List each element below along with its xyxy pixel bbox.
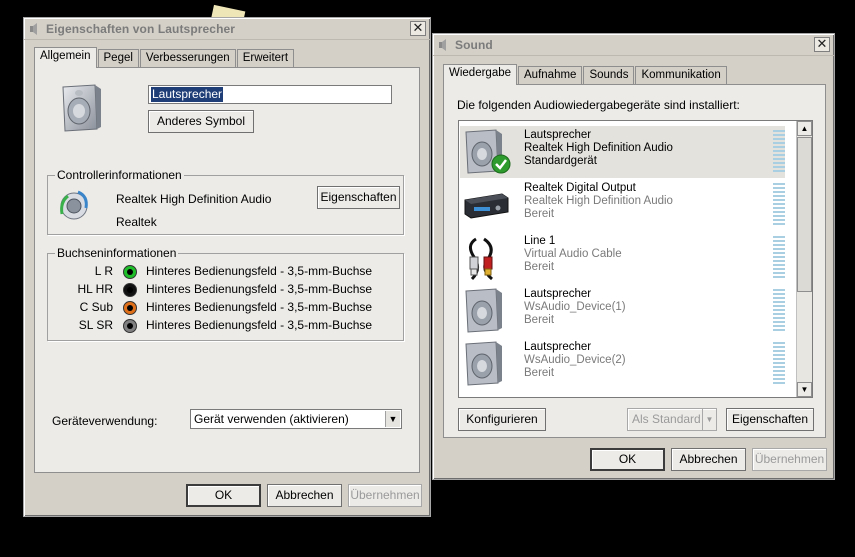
device-name: Lautsprecher: [524, 129, 592, 141]
title-bar[interactable]: Sound ✕: [433, 34, 834, 56]
digital-output-icon: [462, 182, 512, 228]
speaker-properties-window: Eigenschaften von Lautsprecher ✕ Allgeme…: [23, 17, 431, 517]
device-driver: WsAudio_Device(2): [524, 354, 626, 366]
controller-name: Realtek High Definition Audio: [116, 192, 272, 206]
jack-channel: HL HR: [77, 282, 113, 296]
device-status: Standardgerät: [524, 155, 597, 167]
device-driver: Realtek High Definition Audio: [524, 142, 673, 154]
window-title: Eigenschaften von Lautsprecher: [46, 22, 236, 36]
jack-channel: SL SR: [78, 318, 113, 332]
tab-allgemein[interactable]: Allgemein: [34, 47, 97, 68]
list-item[interactable]: Realtek Digital Output Realtek High Defi…: [460, 179, 785, 231]
speaker-icon: [57, 83, 103, 133]
tab-wiedergabe[interactable]: Wiedergabe: [443, 64, 518, 85]
scroll-up-icon[interactable]: ▲: [797, 121, 812, 136]
chevron-down-icon[interactable]: ▼: [385, 411, 400, 427]
device-name: Realtek Digital Output: [524, 182, 636, 194]
jack-description: Hinteres Bedienungsfeld - 3,5-mm-Buchse: [146, 264, 373, 278]
window-title: Sound: [455, 38, 493, 52]
close-button[interactable]: ✕: [410, 21, 426, 36]
jack-description: Hinteres Bedienungsfeld - 3,5-mm-Buchse: [146, 318, 373, 332]
level-meter: [773, 289, 785, 331]
tab-aufnahme[interactable]: Aufnahme: [518, 66, 583, 84]
instruction-text: Die folgenden Audiowiedergabegeräte sind…: [457, 98, 740, 112]
device-status: Bereit: [524, 261, 555, 273]
tab-erweitert[interactable]: Erweitert: [236, 49, 295, 67]
device-properties-button[interactable]: Eigenschaften: [726, 408, 814, 431]
cancel-button[interactable]: Abbrechen: [267, 484, 342, 507]
ok-button[interactable]: OK: [590, 448, 665, 471]
tab-verbesserungen[interactable]: Verbesserungen: [139, 49, 236, 67]
controller-properties-button[interactable]: Eigenschaften: [317, 186, 400, 209]
level-meter: [773, 130, 785, 172]
jack-gray-icon: [123, 319, 137, 333]
list-item[interactable]: Lautsprecher WsAudio_Device(1) Bereit: [460, 285, 785, 337]
list-item[interactable]: Line 1 Virtual Audio Cable Bereit: [460, 232, 785, 284]
tab-panel-wiedergabe: Die folgenden Audiowiedergabegeräte sind…: [443, 84, 826, 438]
sound-window: Sound ✕ Wiedergabe Aufnahme Sounds Kommu…: [432, 33, 835, 480]
device-name: Lautsprecher: [524, 341, 592, 353]
device-name-selection: Lautsprecher: [151, 87, 224, 102]
configure-button[interactable]: Konfigurieren: [458, 408, 546, 431]
device-status: Bereit: [524, 314, 555, 326]
tab-bar: Allgemein Pegel Verbesserungen Erweitert: [34, 47, 295, 68]
tab-sounds[interactable]: Sounds: [583, 66, 635, 84]
tab-kommunikation[interactable]: Kommunikation: [635, 66, 727, 84]
speaker-icon: [462, 341, 512, 387]
set-default-label: Als Standard: [632, 412, 701, 426]
sound-app-icon: [437, 38, 451, 52]
speaker-icon: [462, 129, 512, 175]
tab-pegel[interactable]: Pegel: [97, 49, 139, 67]
device-driver: WsAudio_Device(1): [524, 301, 626, 313]
device-status: Bereit: [524, 208, 555, 220]
jack-green-icon: [123, 265, 137, 279]
device-status: Bereit: [524, 367, 555, 379]
playback-device-list[interactable]: Lautsprecher Realtek High Definition Aud…: [458, 120, 813, 398]
list-item[interactable]: Lautsprecher WsAudio_Device(2) Bereit: [460, 338, 785, 390]
jack-description: Hinteres Bedienungsfeld - 3,5-mm-Buchse: [146, 300, 373, 314]
set-default-button[interactable]: Als Standard ▼: [627, 408, 717, 431]
jack-black-icon: [123, 283, 137, 297]
jack-channel: L R: [94, 264, 113, 278]
chevron-down-icon[interactable]: ▼: [702, 409, 716, 430]
close-button[interactable]: ✕: [814, 37, 830, 52]
device-name: Line 1: [524, 235, 556, 247]
level-meter: [773, 342, 785, 384]
device-usage-dropdown[interactable]: Gerät verwenden (aktivieren) ▼: [190, 409, 402, 429]
device-driver: Virtual Audio Cable: [524, 248, 622, 260]
audio-controller-icon: [58, 188, 92, 222]
jack-channel: C Sub: [79, 300, 113, 314]
change-icon-button[interactable]: Anderes Symbol: [148, 110, 254, 133]
sound-app-icon: [28, 22, 42, 36]
controller-group-title: Controllerinformationen: [55, 168, 184, 182]
tab-bar: Wiedergabe Aufnahme Sounds Kommunikation: [443, 64, 728, 85]
tab-panel-allgemein: Lautsprecher Anderes Symbol Controllerin…: [34, 67, 420, 473]
apply-button[interactable]: Übernehmen: [752, 448, 827, 471]
controller-vendor: Realtek: [116, 215, 157, 229]
vertical-scrollbar[interactable]: ▲ ▼: [796, 121, 812, 397]
device-usage-label: Geräteverwendung:: [52, 414, 158, 428]
jack-description: Hinteres Bedienungsfeld - 3,5-mm-Buchse: [146, 282, 373, 296]
device-usage-value: Gerät verwenden (aktivieren): [194, 412, 349, 426]
ok-button[interactable]: OK: [186, 484, 261, 507]
speaker-icon: [462, 288, 512, 334]
device-name: Lautsprecher: [524, 288, 592, 300]
scroll-thumb[interactable]: [797, 137, 812, 292]
title-bar[interactable]: Eigenschaften von Lautsprecher ✕: [24, 18, 430, 40]
device-driver: Realtek High Definition Audio: [524, 195, 673, 207]
jack-group-title: Buchseninformationen: [55, 246, 179, 260]
rca-cable-icon: [462, 235, 512, 281]
scroll-down-icon[interactable]: ▼: [797, 382, 812, 397]
level-meter: [773, 236, 785, 278]
controller-info-group: Controllerinformationen Realtek High Def…: [47, 168, 404, 235]
cancel-button[interactable]: Abbrechen: [671, 448, 746, 471]
level-meter: [773, 183, 785, 225]
apply-button[interactable]: Übernehmen: [348, 484, 422, 507]
list-item[interactable]: Lautsprecher Realtek High Definition Aud…: [460, 126, 785, 178]
jack-orange-icon: [123, 301, 137, 315]
jack-info-group: Buchseninformationen L R Hinteres Bedien…: [47, 246, 404, 341]
